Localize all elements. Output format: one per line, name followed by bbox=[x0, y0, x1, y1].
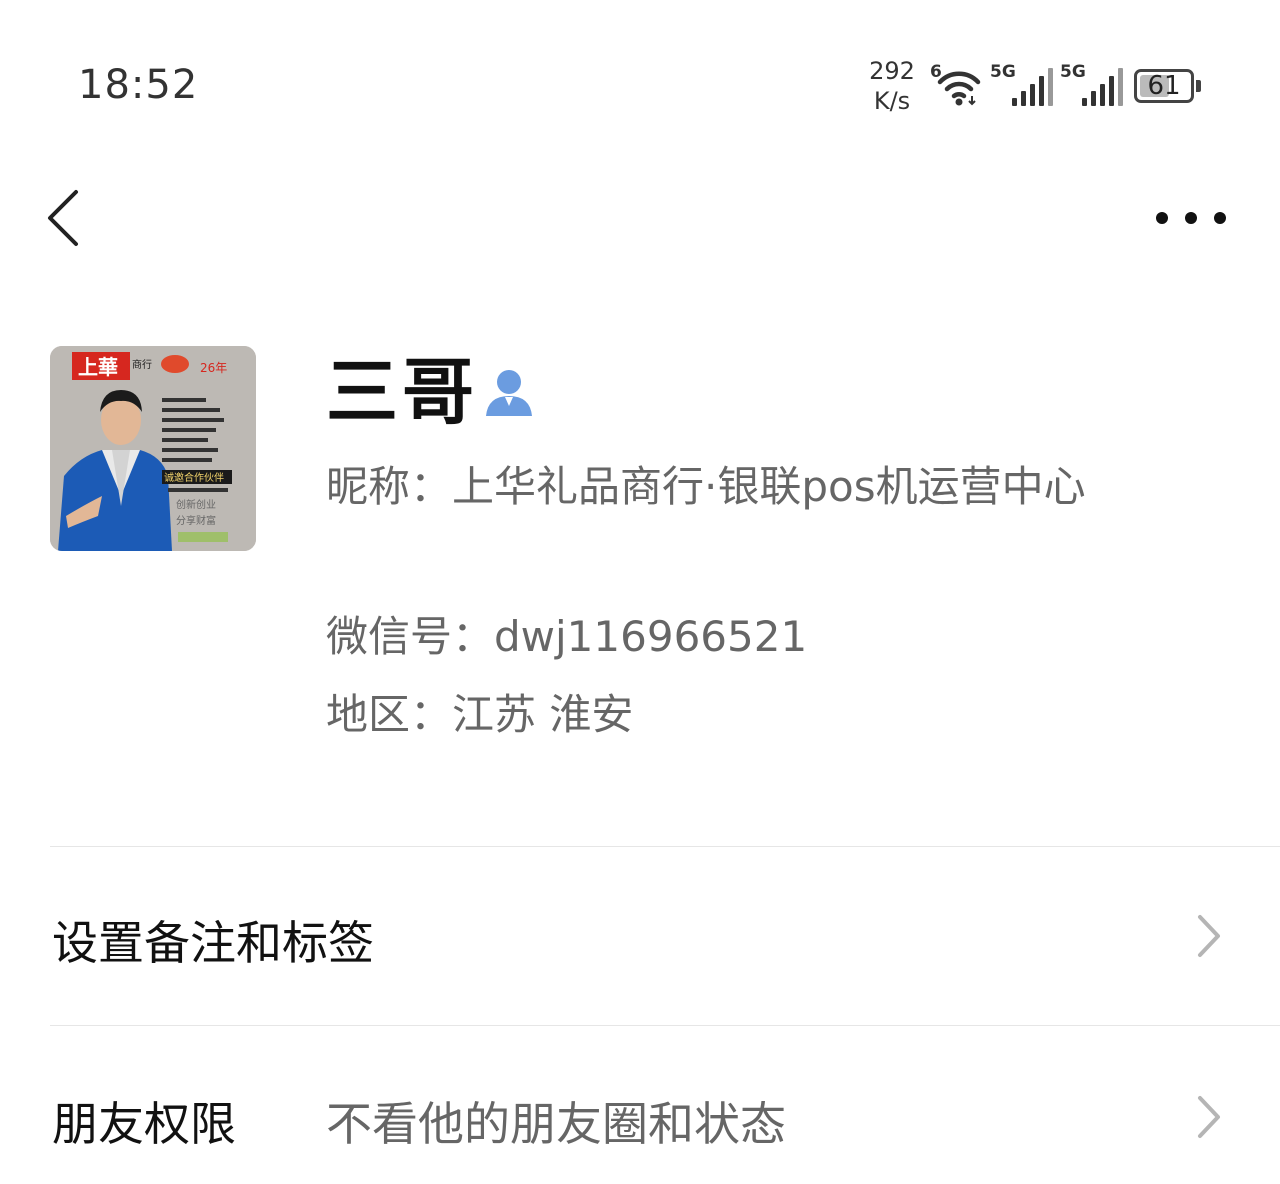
wifi-icon: 6 bbox=[930, 62, 984, 106]
contact-person-icon bbox=[486, 370, 532, 416]
network-speed-unit: K/s bbox=[873, 87, 911, 115]
network-speed: 292 K/s bbox=[862, 56, 922, 116]
avatar-line-1: 诚邀合作伙伴 bbox=[164, 471, 224, 484]
back-button[interactable] bbox=[40, 186, 90, 250]
contact-name: 三哥 bbox=[326, 350, 479, 434]
avatar-brand-sub: 商行 bbox=[132, 358, 152, 371]
battery-level: 61 bbox=[1147, 71, 1181, 101]
status-time: 18:52 bbox=[78, 62, 199, 108]
more-options-button[interactable] bbox=[1156, 206, 1226, 230]
avatar-years: 26年 bbox=[200, 361, 227, 375]
battery-icon: 61 bbox=[1134, 69, 1201, 103]
chevron-right-icon bbox=[1198, 1096, 1220, 1138]
signal-sim1-icon: 5G bbox=[990, 62, 1053, 106]
avatar[interactable]: 上華 商行 26年 诚邀合作伙伴 创新创业 分享财富 bbox=[50, 346, 256, 551]
signal-sim2-icon: 5G bbox=[1060, 62, 1123, 106]
friend-permissions-label: 朋友权限 bbox=[52, 1097, 236, 1151]
chevron-left-icon bbox=[48, 190, 78, 246]
friend-permissions-value: 不看他的朋友圈和状态 bbox=[326, 1097, 786, 1151]
region-text: 地区：江苏 淮安 bbox=[326, 690, 634, 739]
nickname-text: 昵称：上华礼品商行·银联pos机运营中心 bbox=[326, 462, 1086, 511]
avatar-brand: 上華 bbox=[78, 355, 118, 379]
avatar-line-3: 分享财富 bbox=[176, 514, 216, 527]
set-remarks-and-tags-row[interactable]: 设置备注和标签 bbox=[0, 847, 1280, 1025]
avatar-line-2: 创新创业 bbox=[176, 498, 216, 511]
friend-permissions-row[interactable]: 朋友权限 不看他的朋友圈和状态 bbox=[0, 1026, 1280, 1184]
wechat-id-text: 微信号：dwj116966521 bbox=[326, 612, 808, 661]
chevron-right-icon bbox=[1198, 915, 1220, 957]
network-speed-value: 292 bbox=[869, 57, 915, 85]
set-remarks-label: 设置备注和标签 bbox=[52, 916, 374, 970]
more-dots-icon bbox=[1156, 212, 1168, 224]
